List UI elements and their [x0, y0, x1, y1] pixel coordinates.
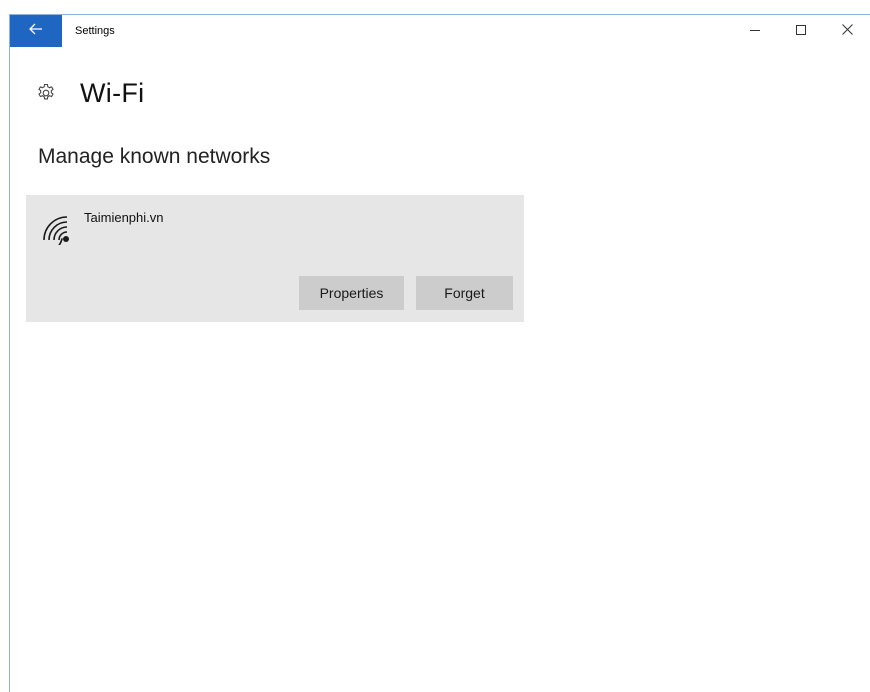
title-bar: Settings [10, 15, 870, 47]
app-title: Settings [75, 25, 115, 37]
page-title: Wi-Fi [80, 77, 145, 108]
wifi-signal-icon [40, 213, 74, 254]
back-button[interactable] [10, 15, 62, 47]
page-header: Wi-Fi [35, 73, 144, 113]
forget-button[interactable]: Forget [416, 276, 513, 310]
settings-window: Settings Wi-Fi Manage known networks Tai… [9, 14, 870, 692]
close-button[interactable] [824, 15, 870, 47]
section-title: Manage known networks [38, 145, 271, 168]
network-name: Taimienphi.vn [84, 210, 164, 225]
properties-button[interactable]: Properties [299, 276, 404, 310]
maximize-button[interactable] [778, 15, 824, 47]
gear-icon [35, 82, 57, 104]
minimize-icon [750, 22, 760, 40]
close-icon [841, 22, 853, 40]
minimize-button[interactable] [732, 15, 778, 47]
maximize-icon [796, 22, 806, 40]
known-network-item[interactable]: Taimienphi.vn Properties Forget [26, 195, 524, 322]
arrow-left-icon [29, 22, 43, 40]
